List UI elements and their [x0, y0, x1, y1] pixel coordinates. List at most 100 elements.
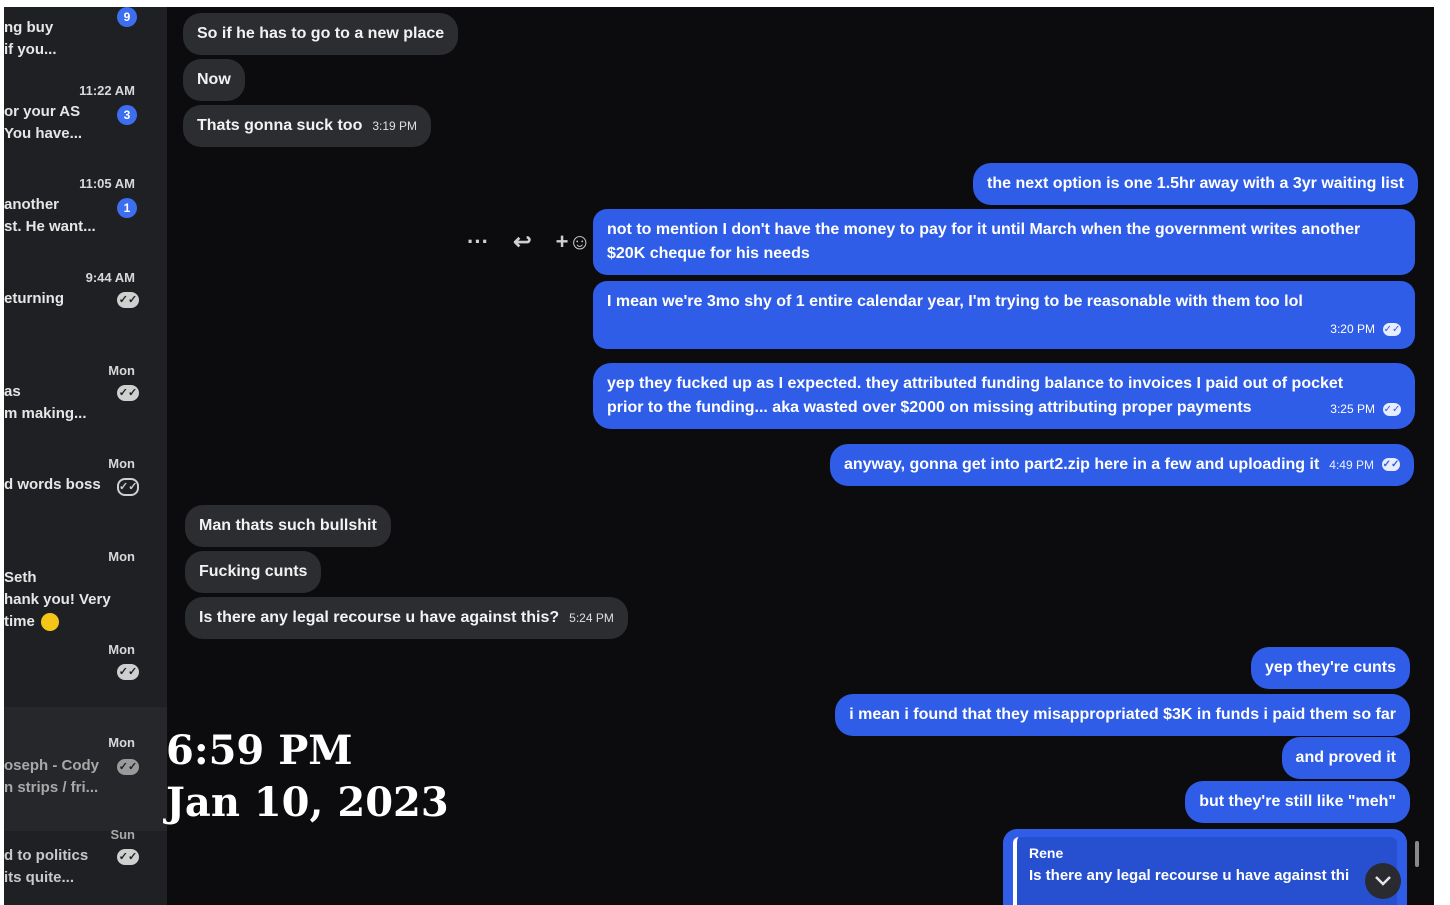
conversation-list[interactable]: ng buy if you... 9 11:22 AM or your AS Y… — [4, 7, 167, 905]
message-text: I mean we're 3mo shy of 1 entire calenda… — [607, 293, 1303, 310]
conversation-preview-text: time — [4, 613, 35, 630]
conversation-item[interactable]: Sun d to politics its quite... ✓✓ — [4, 827, 167, 905]
message-timestamp: 3:20 PM — [1330, 322, 1375, 336]
message-text: yep they fucked up as I expected. they a… — [607, 375, 1344, 392]
overlay-time: 6:59 PM — [166, 727, 353, 774]
conversation-time: Mon — [108, 735, 135, 750]
outgoing-message[interactable]: yep they're cunts — [1251, 647, 1410, 689]
conversation-time: Sun — [110, 827, 135, 842]
outgoing-reply-message[interactable]: Rene Is there any legal recourse u have … — [1003, 829, 1407, 905]
message-text: $20K cheque for his needs — [607, 245, 810, 262]
conversation-item-selected[interactable]: Mon oseph - Cody n strips / fri... ✓✓ — [4, 707, 167, 831]
chevron-down-icon — [1375, 876, 1391, 886]
message-text: So if he has to go to a new place — [197, 25, 445, 42]
message-text: i mean i found that they misappropriated… — [849, 706, 1396, 723]
delivered-icon: ✓✓ — [117, 478, 139, 496]
conversation-preview-line1: d to politics — [4, 847, 89, 864]
read-receipt-icon: ✓✓ — [117, 759, 139, 775]
conversation-preview-line1: eturning — [4, 290, 64, 307]
message-text: and proved it — [1295, 749, 1396, 766]
message-text: Thats gonna suck too — [197, 117, 363, 134]
message-meta: 3:25 PM ✓✓ — [1330, 397, 1401, 421]
incoming-message[interactable]: Now — [183, 59, 245, 101]
message-text: the next option is one 1.5hr away with a… — [987, 175, 1404, 192]
outgoing-message[interactable]: and proved it — [1281, 737, 1410, 779]
incoming-message[interactable]: Is there any legal recourse u have again… — [185, 597, 628, 639]
outgoing-message[interactable]: yep they fucked up as I expected. they a… — [593, 363, 1415, 429]
scroll-to-bottom-button[interactable] — [1365, 863, 1401, 899]
conversation-item[interactable]: Mon as m making... ✓✓ — [4, 363, 167, 456]
outgoing-message[interactable]: anyway, gonna get into part2.zip here in… — [829, 444, 1414, 486]
reply-icon[interactable]: ↩ — [513, 229, 531, 254]
outgoing-message[interactable]: I mean we're 3mo shy of 1 entire calenda… — [593, 281, 1415, 349]
outgoing-message[interactable]: but they're still like "meh" — [1185, 781, 1410, 823]
message-timestamp: 3:25 PM — [1330, 402, 1375, 416]
conversation-time: Mon — [108, 363, 135, 378]
outgoing-message[interactable]: i mean i found that they misappropriated… — [835, 694, 1410, 736]
conversation-item[interactable]: 9:44 AM eturning ✓✓ — [4, 270, 167, 363]
add-reaction-icon[interactable]: +☺ — [556, 229, 591, 254]
video-timestamp-overlay: 6:59 PM Jan 10, 2023 — [166, 725, 449, 829]
message-timestamp: 4:49 PM — [1329, 458, 1374, 472]
conversation-time: Mon — [108, 642, 135, 657]
message-actions: ··· ↩ +☺ — [467, 229, 609, 255]
quoted-text: Is there any legal recourse u have again… — [1029, 867, 1350, 884]
conversation-preview-line2: its quite... — [4, 869, 75, 886]
conversation-time: Mon — [108, 456, 135, 471]
overlay-date: Jan 10, 2023 — [166, 779, 449, 826]
conversation-preview-line2: n strips / fri... — [4, 779, 99, 796]
conversation-name: Seth — [4, 569, 37, 586]
unread-badge: 1 — [117, 198, 137, 218]
conversation-time: 11:22 AM — [79, 83, 135, 98]
conversation-item[interactable]: ng buy if you... 9 — [4, 7, 167, 92]
quoted-message[interactable]: Rene Is there any legal recourse u have … — [1013, 837, 1397, 905]
message-text: prior to the funding... aka wasted over … — [607, 399, 1252, 416]
read-receipt-icon: ✓✓ — [117, 849, 139, 865]
incoming-message[interactable]: Man thats such bullshit — [185, 505, 391, 547]
conversation-preview-line2: m making... — [4, 405, 87, 422]
message-text: not to mention I don't have the money to… — [607, 221, 1361, 238]
conversation-preview-line1: another — [4, 196, 60, 213]
conversation-item[interactable]: 11:22 AM or your AS You have... 3 — [4, 83, 167, 176]
message-text: Now — [197, 71, 231, 88]
outgoing-message[interactable]: the next option is one 1.5hr away with a… — [973, 163, 1418, 205]
conversation-item[interactable]: Mon Seth hank you! Very time — [4, 549, 167, 642]
read-receipt-icon: ✓✓ — [1383, 403, 1401, 417]
conversation-time: 11:05 AM — [79, 176, 135, 191]
read-receipt-icon: ✓✓ — [1383, 323, 1401, 337]
incoming-message[interactable]: So if he has to go to a new place — [183, 13, 459, 55]
unread-badge: 9 — [117, 7, 137, 27]
smiley-emoji-icon — [40, 613, 59, 632]
scrollbar-thumb[interactable] — [1415, 841, 1419, 867]
outgoing-message[interactable]: not to mention I don't have the money to… — [593, 209, 1415, 275]
conversation-preview-line1: oseph - Cody — [4, 757, 100, 774]
quoted-sender: Rene — [1029, 845, 1064, 861]
conversation-preview-line1: as — [4, 383, 21, 400]
incoming-message[interactable]: Fucking cunts — [185, 551, 322, 593]
message-text: Is there any legal recourse u have again… — [199, 609, 560, 626]
conversation-preview-line2: You have... — [4, 125, 83, 142]
conversation-preview-line2: st. He want... — [4, 218, 96, 235]
conversation-preview-line2: hank you! Very — [4, 591, 111, 608]
conversation-preview-line1: d words boss — [4, 476, 101, 493]
message-timestamp: 3:19 PM — [372, 119, 418, 133]
message-text: yep they're cunts — [1265, 659, 1396, 676]
incoming-message[interactable]: Thats gonna suck too 3:19 PM — [183, 105, 432, 147]
read-receipt-icon: ✓✓ — [117, 664, 139, 680]
read-receipt-icon: ✓✓ — [117, 292, 139, 308]
conversation-preview-line3: time — [4, 613, 59, 632]
message-text: but they're still like "meh" — [1199, 793, 1396, 810]
message-text: Fucking cunts — [199, 563, 308, 580]
conversation-preview-line1: ng buy — [4, 19, 54, 36]
message-text: Man thats such bullshit — [199, 517, 377, 534]
conversation-time: 9:44 AM — [85, 270, 135, 285]
message-timestamp: 5:24 PM — [569, 611, 614, 625]
message-text: anyway, gonna get into part2.zip here in… — [843, 456, 1320, 473]
more-options-icon[interactable]: ··· — [467, 229, 489, 254]
conversation-time: Mon — [108, 549, 135, 564]
conversation-preview-line2: if you... — [4, 41, 57, 58]
app-window: ng buy if you... 9 11:22 AM or your AS Y… — [4, 7, 1434, 905]
conversation-item[interactable]: Mon d words boss ✓✓ — [4, 456, 167, 549]
conversation-preview-line1: or your AS — [4, 103, 81, 120]
conversation-item[interactable]: 11:05 AM another st. He want... 1 — [4, 176, 167, 269]
